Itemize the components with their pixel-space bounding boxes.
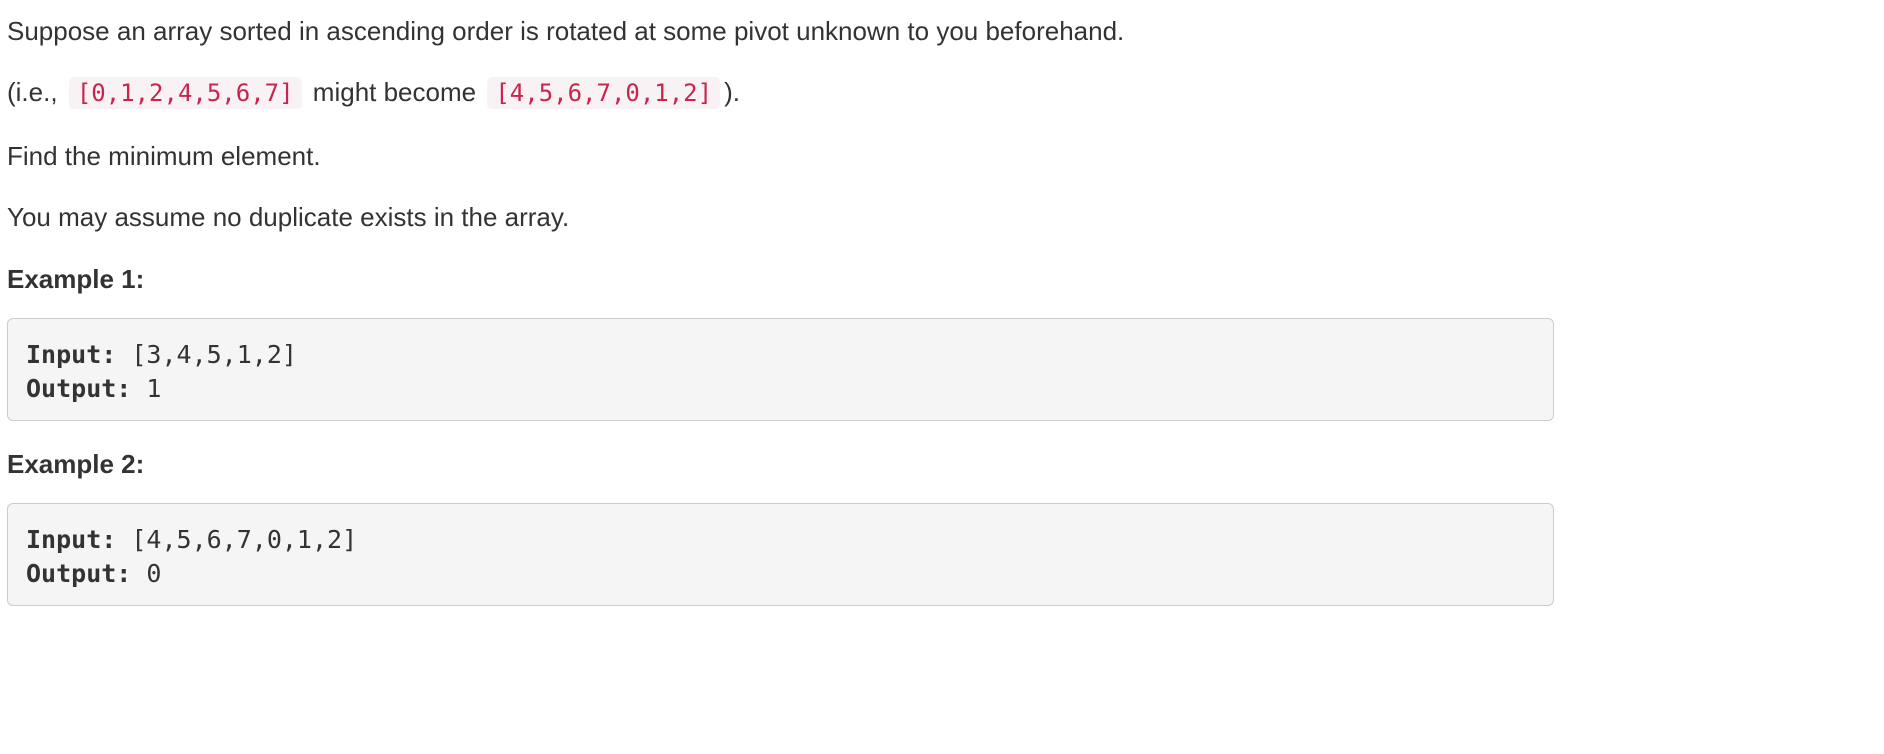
output-label: Output: <box>26 559 132 588</box>
inline-code-rotated-array: [4,5,6,7,0,1,2] <box>487 77 721 109</box>
input-value: [4,5,6,7,0,1,2] <box>116 525 358 554</box>
paragraph-example-rotation: (i.e., [0,1,2,4,5,6,7] might become [4,5… <box>7 74 740 111</box>
example-2-code-block: Input: [4,5,6,7,0,1,2] Output: 0 <box>7 503 1554 606</box>
example-2-input-line: Input: [4,5,6,7,0,1,2] <box>26 523 1535 557</box>
rotation-prefix: (i.e., <box>7 77 58 107</box>
output-value: 0 <box>131 559 162 588</box>
inline-code-sorted-array: [0,1,2,4,5,6,7] <box>68 77 302 109</box>
example-1-input-line: Input: [3,4,5,1,2] <box>26 338 1535 372</box>
example-2-heading: Example 2: <box>7 449 145 479</box>
rotation-suffix: ). <box>724 77 740 107</box>
paragraph-assumption: You may assume no duplicate exists in th… <box>7 202 570 232</box>
input-label: Input: <box>26 525 117 554</box>
input-label: Input: <box>26 340 117 369</box>
example-1-output-line: Output: 1 <box>26 372 1535 406</box>
output-label: Output: <box>26 374 132 403</box>
paragraph-intro: Suppose an array sorted in ascending ord… <box>7 16 1125 46</box>
output-value: 1 <box>131 374 162 403</box>
paragraph-task: Find the minimum element. <box>7 141 321 171</box>
input-value: [3,4,5,1,2] <box>116 340 297 369</box>
example-1-heading: Example 1: <box>7 264 145 294</box>
example-2-output-line: Output: 0 <box>26 557 1535 591</box>
rotation-middle: might become <box>312 77 477 107</box>
example-1-code-block: Input: [3,4,5,1,2] Output: 1 <box>7 318 1554 421</box>
